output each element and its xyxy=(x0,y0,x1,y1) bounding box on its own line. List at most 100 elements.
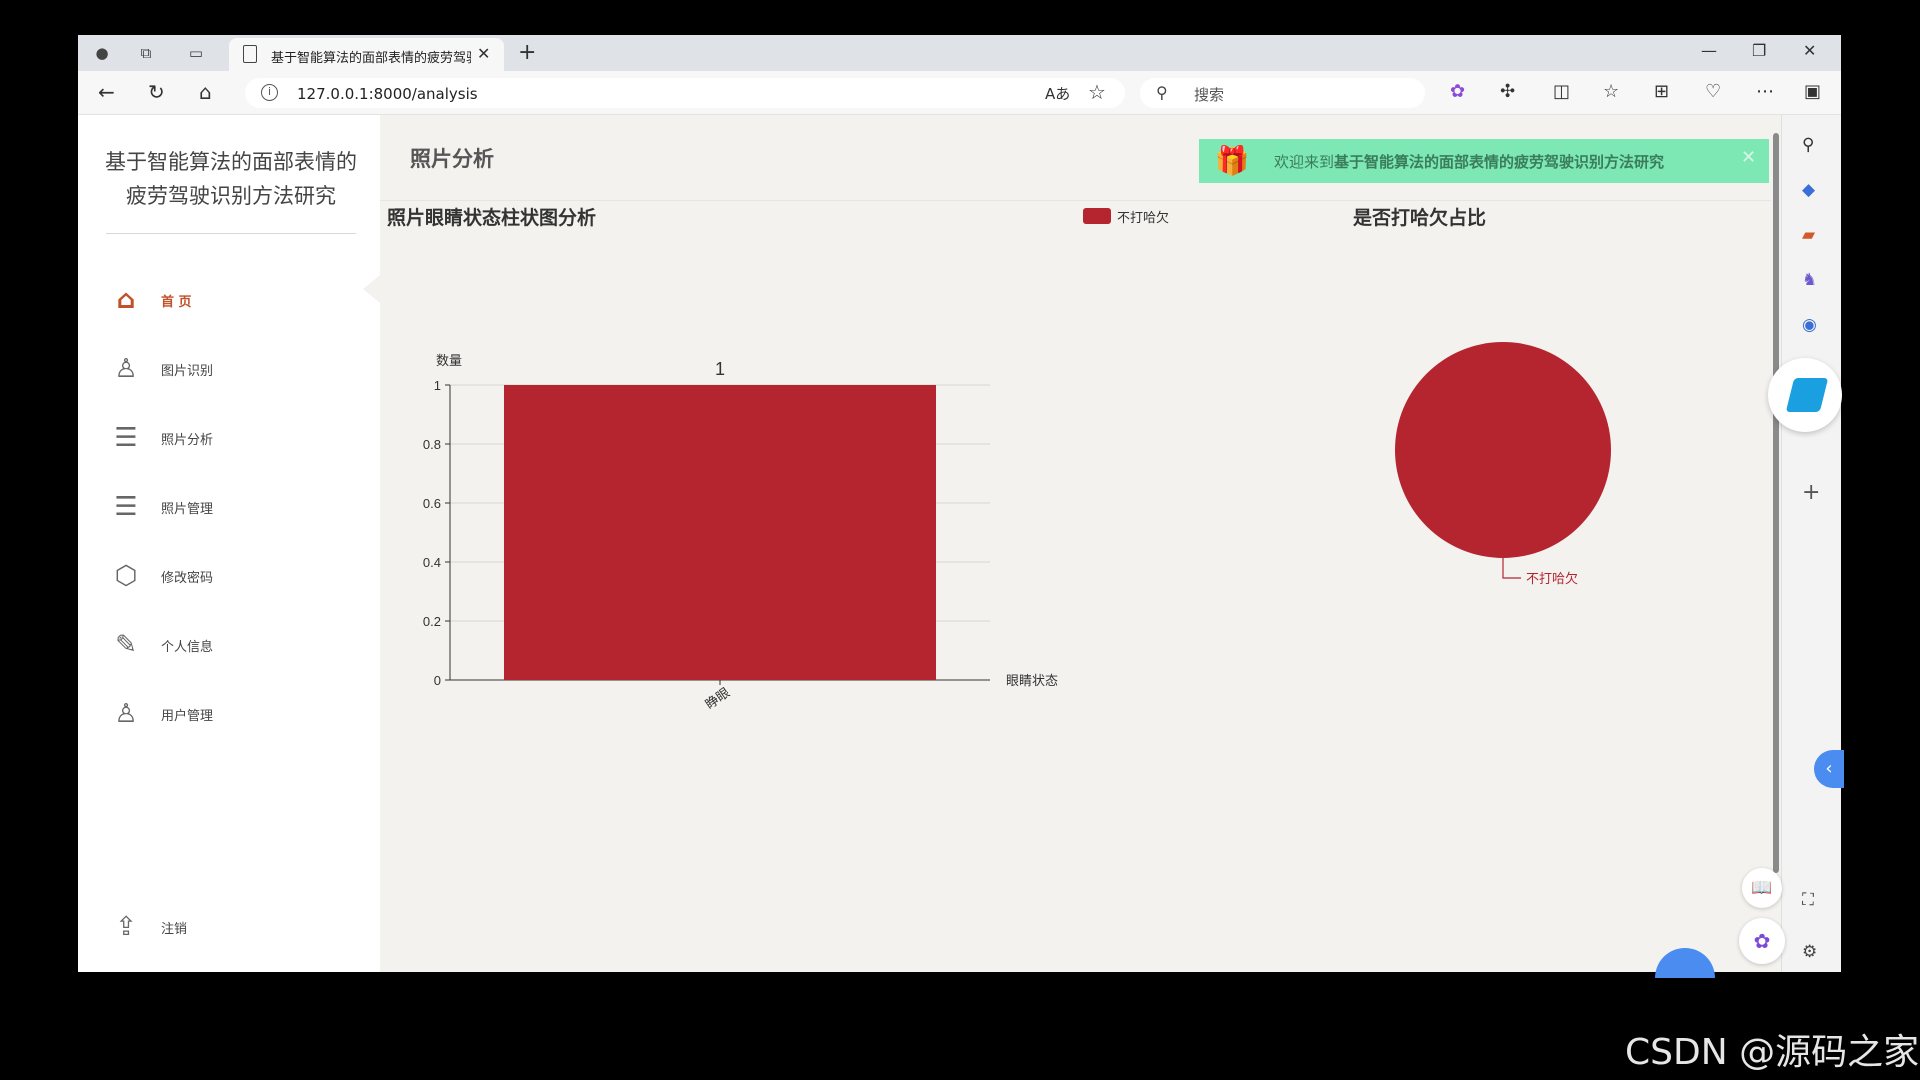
office-icon[interactable]: ◉ xyxy=(1802,315,1817,335)
gift-icon: 🎁 xyxy=(1214,144,1250,177)
y-tick-label: 0.8 xyxy=(423,437,441,452)
pie-slice xyxy=(1395,342,1611,558)
logout-label: 注销 xyxy=(161,922,188,937)
user-icon: ♙ xyxy=(114,699,138,729)
scrollbar-thumb[interactable] xyxy=(1773,133,1779,873)
sidebar-item-photo-analysis[interactable]: ☰ 照片分析 xyxy=(110,418,350,458)
site-title: 基于智能算法的面部表情的疲劳驾驶识别方法研究 xyxy=(105,150,357,208)
screenshot-icon[interactable]: ⛶ xyxy=(1802,890,1814,910)
home-icon[interactable]: ⌂ xyxy=(199,81,212,103)
collapse-arrow-icon[interactable]: ‹ xyxy=(1814,750,1844,788)
search-icon: ⚲ xyxy=(1156,83,1168,102)
add-icon[interactable]: + xyxy=(1802,480,1820,505)
sidebar-item-photo-management[interactable]: ☰ 照片管理 xyxy=(110,487,350,527)
y-tick-label: 0.2 xyxy=(423,614,441,629)
sidebar-item-label: 用户管理 xyxy=(161,709,214,724)
bar-data-label: 1 xyxy=(715,359,725,379)
address-bar: ← ↻ ⌂ i 127.0.0.1:8000/analysis Aあ ☆ ⚲ 搜… xyxy=(78,71,1841,115)
split-screen-icon[interactable]: ◫ xyxy=(1553,81,1570,102)
restore-icon[interactable]: ❐ xyxy=(1752,41,1766,60)
search-input[interactable]: ⚲ 搜索 xyxy=(1140,78,1425,108)
search-icon[interactable]: ⚲ xyxy=(1802,135,1814,155)
reader-mode-icon[interactable]: 📖 xyxy=(1742,868,1782,908)
extensions-icon[interactable]: ✣ xyxy=(1500,81,1515,102)
toolbox-icon[interactable]: ▰ xyxy=(1802,225,1815,245)
url-field[interactable]: i 127.0.0.1:8000/analysis Aあ ☆ xyxy=(245,78,1125,108)
page-title: 照片分析 xyxy=(410,147,494,171)
tab-bar: ● ⧉ ▭ 基于智能算法的面部表情的疲劳驾驶识别方法研究 ✕ + — ❐ ✕ xyxy=(78,35,1841,71)
x-tick-label: 睁眼 xyxy=(702,685,732,712)
url-text[interactable]: 127.0.0.1:8000/analysis xyxy=(297,85,478,103)
browser-essentials-icon[interactable]: ♡ xyxy=(1705,81,1721,102)
sidebar-item-label: 照片管理 xyxy=(161,502,214,517)
pie-slice-label: 不打哈欠 xyxy=(1526,571,1578,586)
sidebar-item-personal-info[interactable]: ✎ 个人信息 xyxy=(110,625,350,665)
sidebar-item-change-password[interactable]: ⬡ 修改密码 xyxy=(110,556,350,596)
games-icon[interactable]: ♞ xyxy=(1802,270,1817,290)
profile-icon[interactable]: ● xyxy=(92,43,112,63)
minimize-icon[interactable]: — xyxy=(1701,41,1717,60)
collections-icon[interactable]: ⊞ xyxy=(1654,81,1669,102)
pie-chart-title: 是否打哈欠占比 xyxy=(1353,207,1487,229)
home-icon: ⌂ xyxy=(116,285,136,315)
list-icon: ☰ xyxy=(114,492,138,522)
sidebar: 基于智能算法的面部表情的疲劳驾驶识别方法研究 ⌂ 首 页 ♙ 图片识别 ☰ 照片… xyxy=(78,115,380,972)
bar xyxy=(504,385,936,680)
sidebar-item-image-recognition[interactable]: ♙ 图片识别 xyxy=(110,349,350,389)
copilot-icon[interactable]: ✿ xyxy=(1450,81,1465,102)
welcome-banner: 🎁 欢迎来到基于智能算法的面部表情的疲劳驾驶识别方法研究 ✕ xyxy=(1199,139,1769,183)
upload-icon: ⇪ xyxy=(115,912,137,942)
settings-icon[interactable]: ⚙ xyxy=(1802,942,1817,962)
logout-button[interactable]: ⇪ 注销 xyxy=(110,907,350,947)
info-icon[interactable]: i xyxy=(261,84,278,101)
main-header: 照片分析 🎁 欢迎来到基于智能算法的面部表情的疲劳驾驶识别方法研究 ✕ xyxy=(380,115,1781,201)
close-icon[interactable]: ✕ xyxy=(1741,147,1756,168)
y-axis-label: 数量 xyxy=(436,353,462,368)
scrollbar[interactable] xyxy=(1771,115,1781,972)
welcome-text: 欢迎来到基于智能算法的面部表情的疲劳驾驶识别方法研究 xyxy=(1274,153,1665,171)
back-icon[interactable]: ← xyxy=(98,81,115,103)
y-tick-label: 0.6 xyxy=(423,496,441,511)
sidebar-item-label: 个人信息 xyxy=(161,640,214,655)
user-icon: ♙ xyxy=(114,354,138,384)
new-tab-button[interactable]: + xyxy=(518,40,536,65)
tab-actions-icon[interactable]: ▭ xyxy=(186,43,206,63)
pie-label-line xyxy=(1502,558,1521,579)
active-indicator xyxy=(363,275,380,303)
tab-active[interactable]: 基于智能算法的面部表情的疲劳驾驶识别方法研究 ✕ xyxy=(229,38,504,71)
read-aloud-icon[interactable]: Aあ xyxy=(1045,83,1070,104)
favorites-icon[interactable]: ☆ xyxy=(1603,81,1619,102)
y-tick-label: 1 xyxy=(434,378,441,393)
y-tick-label: 0.4 xyxy=(423,555,441,570)
page-icon xyxy=(243,45,257,63)
list-icon: ☰ xyxy=(114,423,138,453)
shopping-tag-icon[interactable]: ◆ xyxy=(1802,180,1815,200)
sidebar-toggle-icon[interactable]: ▣ xyxy=(1804,81,1821,102)
app-shortcut-icon[interactable] xyxy=(1768,358,1842,432)
bar-chart: 0 0.2 0.4 0.6 0.8 1 数量眼睛状态 1 睁眼 xyxy=(423,353,1058,712)
sidebar-item-home[interactable]: ⌂ 首 页 xyxy=(110,280,350,320)
watermark: CSDN @源码之家 xyxy=(1625,1032,1920,1073)
close-tab-icon[interactable]: ✕ xyxy=(477,44,490,63)
web-page: 基于智能算法的面部表情的疲劳驾驶识别方法研究 ⌂ 首 页 ♙ 图片识别 ☰ 照片… xyxy=(78,115,1781,972)
sidebar-item-label: 修改密码 xyxy=(161,571,214,586)
divider xyxy=(106,233,356,234)
tab-title: 基于智能算法的面部表情的疲劳驾驶识别方法研究 xyxy=(271,51,471,66)
close-window-icon[interactable]: ✕ xyxy=(1803,41,1816,60)
sidebar-item-label: 照片分析 xyxy=(161,433,214,448)
refresh-icon[interactable]: ↻ xyxy=(148,81,165,103)
sidebar-item-user-management[interactable]: ♙ 用户管理 xyxy=(110,694,350,734)
search-placeholder: 搜索 xyxy=(1194,86,1225,104)
y-tick-label: 0 xyxy=(434,673,441,688)
browser-window: ● ⧉ ▭ 基于智能算法的面部表情的疲劳驾驶识别方法研究 ✕ + — ❐ ✕ ←… xyxy=(78,35,1844,978)
browser-sidebar: ⚲ ◆ ▰ ♞ ◉ + ⛶ ⚙ xyxy=(1781,115,1841,972)
more-icon[interactable]: ⋯ xyxy=(1756,81,1774,102)
favorite-star-icon[interactable]: ☆ xyxy=(1088,80,1106,104)
copilot-floating-icon[interactable]: ✿ xyxy=(1739,918,1785,964)
box-icon: ⬡ xyxy=(114,561,138,591)
x-axis-label: 眼睛状态 xyxy=(1006,673,1058,688)
workspaces-icon[interactable]: ⧉ xyxy=(136,43,156,63)
pen-icon: ✎ xyxy=(115,630,137,660)
pie-chart: 不打哈欠 xyxy=(1395,342,1611,586)
sidebar-item-label: 图片识别 xyxy=(161,364,214,379)
